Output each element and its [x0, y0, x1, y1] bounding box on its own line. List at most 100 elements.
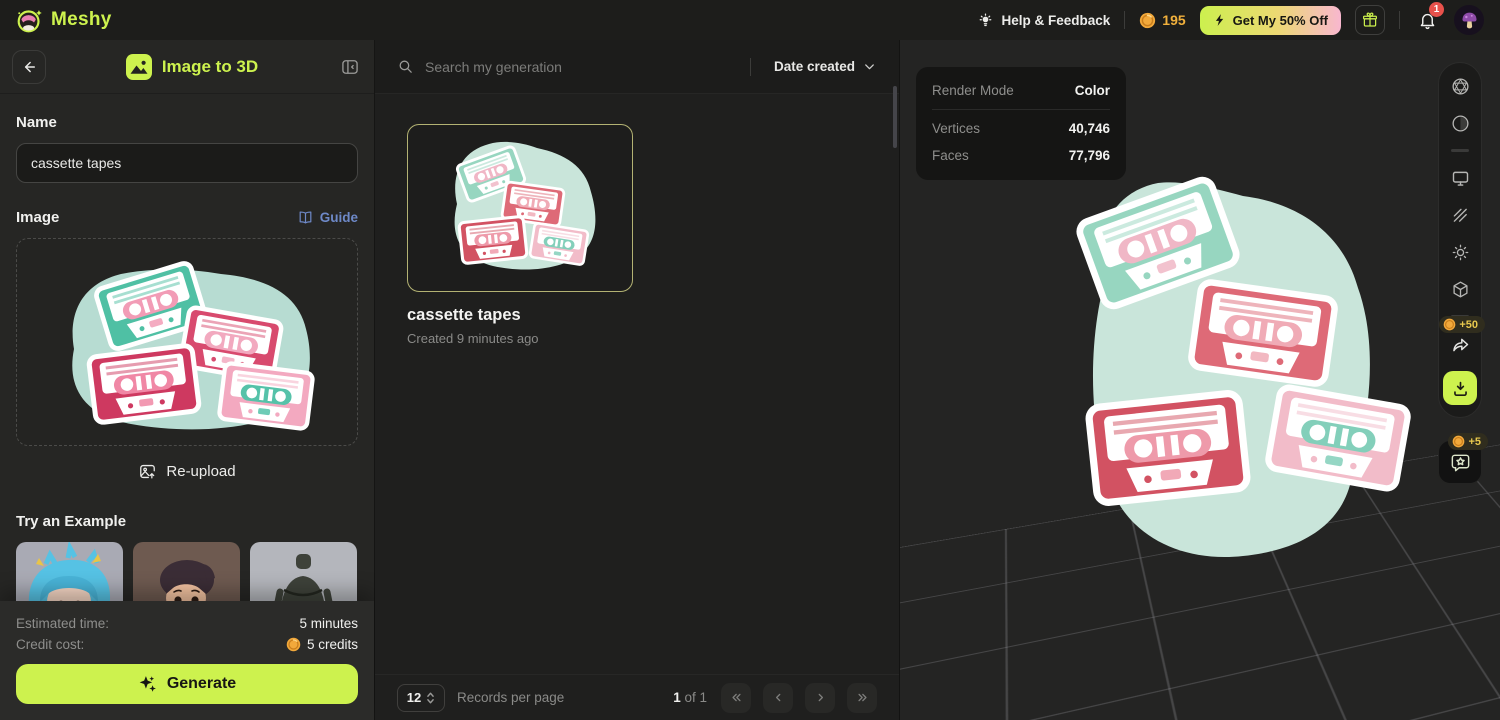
first-page-button[interactable]: [721, 683, 751, 713]
reupload-button[interactable]: Re-upload: [16, 462, 358, 481]
image-to-3d-panel: Image to 3D Name Image: [0, 40, 375, 720]
uploaded-image-preview[interactable]: [16, 238, 358, 446]
vertices-label: Vertices: [932, 121, 980, 136]
sort-label: Date created: [774, 59, 855, 74]
sort-dropdown[interactable]: Date created: [762, 59, 877, 74]
collapse-panel-button[interactable]: [338, 55, 362, 79]
mushroom-avatar-icon: [1459, 10, 1480, 31]
panel-header: Image to 3D: [0, 40, 374, 94]
current-page: 1: [673, 690, 681, 705]
material-sphere-icon: [1450, 113, 1471, 134]
discount-offer-button[interactable]: Get My 50% Off: [1200, 6, 1341, 35]
gallery-header: Date created: [375, 40, 899, 94]
3d-model-cassette-tapes[interactable]: [1008, 148, 1500, 618]
collapse-panel-icon: [340, 57, 360, 77]
feedback-reward-badge: +5: [1448, 433, 1488, 450]
estimated-time-label: Estimated time:: [16, 616, 109, 631]
lightning-icon: [1213, 13, 1227, 27]
name-label: Name: [16, 114, 358, 131]
render-mode-label: Render Mode: [932, 83, 1014, 98]
share-arrow-icon: [1450, 334, 1471, 355]
share-button[interactable]: [1449, 333, 1471, 355]
double-chevron-right-icon: [855, 690, 870, 705]
brand-name: Meshy: [51, 9, 112, 31]
scrollbar-thumb[interactable]: [893, 86, 897, 148]
page-size-value: 12: [407, 690, 421, 705]
toolbar-divider: [1451, 149, 1469, 152]
reupload-label: Re-upload: [166, 463, 235, 480]
feedback-star-bubble-icon: [1449, 451, 1472, 474]
topbar: Meshy Help & Feedback 195: [0, 0, 1500, 40]
notifications-button[interactable]: 1: [1414, 7, 1440, 33]
chevron-left-icon: [771, 690, 786, 705]
header-divider: [750, 58, 751, 76]
search-input[interactable]: [425, 59, 739, 75]
generation-thumbnail: [407, 124, 633, 292]
generation-card[interactable]: cassette tapes Created 9 minutes ago: [407, 124, 633, 346]
faces-value: 77,796: [1069, 148, 1110, 163]
name-input[interactable]: [16, 143, 358, 183]
gift-icon: [1361, 11, 1379, 29]
user-avatar[interactable]: [1454, 5, 1484, 35]
coin-icon: [1443, 318, 1456, 331]
model-stats-panel: Render Mode Color Vertices 40,746 Faces …: [916, 67, 1126, 180]
display-settings-button[interactable]: [1449, 167, 1471, 189]
mesh-box-button[interactable]: [1449, 278, 1471, 300]
credits-count: 195: [1162, 12, 1185, 28]
page-indicator: 1 of 1: [673, 690, 707, 705]
double-chevron-left-icon: [729, 690, 744, 705]
meshy-logo-icon: [16, 7, 43, 34]
page-size-select[interactable]: 12: [397, 684, 445, 712]
wireframe-cube-icon: [1450, 279, 1471, 300]
up-down-chevrons-icon: [426, 691, 435, 705]
geometry-view-button[interactable]: [1449, 75, 1471, 97]
page-total: of 1: [684, 690, 707, 705]
generation-title: cassette tapes: [407, 306, 633, 325]
meshy-logo[interactable]: Meshy: [16, 7, 112, 34]
guide-label: Guide: [320, 210, 358, 225]
image-to-3d-icon: [126, 54, 152, 80]
last-page-button[interactable]: [847, 683, 877, 713]
chevron-right-icon: [813, 690, 828, 705]
examples-label: Try an Example: [16, 513, 358, 530]
credit-cost-label: Credit cost:: [16, 637, 84, 652]
material-view-button[interactable]: [1449, 112, 1471, 134]
monitor-icon: [1450, 168, 1471, 189]
generations-panel: Date created: [375, 40, 900, 720]
lighting-button[interactable]: [1449, 241, 1471, 263]
coin-icon: [1452, 435, 1465, 448]
viewport-toolbar: +50: [1438, 62, 1482, 418]
download-icon: [1451, 379, 1470, 398]
generate-button[interactable]: Generate: [16, 664, 358, 704]
coin-icon: [286, 637, 301, 652]
render-mode-value[interactable]: Color: [1075, 83, 1110, 98]
credits-balance[interactable]: 195: [1139, 12, 1185, 29]
wireframe-sphere-icon: [1450, 76, 1471, 97]
topbar-divider: [1399, 11, 1400, 29]
chevron-down-icon: [862, 59, 877, 74]
sparkles-icon: [138, 674, 158, 694]
topbar-divider: [1124, 11, 1125, 29]
3d-viewport[interactable]: Render Mode Color Vertices 40,746 Faces …: [900, 40, 1500, 720]
back-button[interactable]: [12, 50, 46, 84]
previous-page-button[interactable]: [763, 683, 793, 713]
pagination-bar: 12 Records per page 1 of 1: [375, 674, 899, 720]
discount-offer-label: Get My 50% Off: [1233, 13, 1328, 28]
next-page-button[interactable]: [805, 683, 835, 713]
page-title: Image to 3D: [162, 57, 258, 77]
search-icon: [397, 58, 414, 75]
diagonal-hatch-icon: [1450, 205, 1471, 226]
stats-divider: [932, 109, 1110, 110]
faces-label: Faces: [932, 148, 969, 163]
gift-rewards-button[interactable]: [1355, 5, 1385, 35]
notification-badge: 1: [1429, 2, 1444, 17]
cassette-tapes-render-thumb: [409, 126, 631, 290]
texture-toggle-button[interactable]: [1449, 204, 1471, 226]
lightbulb-icon: [977, 12, 994, 29]
sun-icon: [1450, 242, 1471, 263]
coin-icon: [1139, 12, 1156, 29]
guide-link[interactable]: Guide: [297, 209, 358, 226]
image-label: Image: [16, 209, 59, 226]
help-feedback-button[interactable]: Help & Feedback: [977, 12, 1110, 29]
download-button[interactable]: [1443, 371, 1477, 405]
